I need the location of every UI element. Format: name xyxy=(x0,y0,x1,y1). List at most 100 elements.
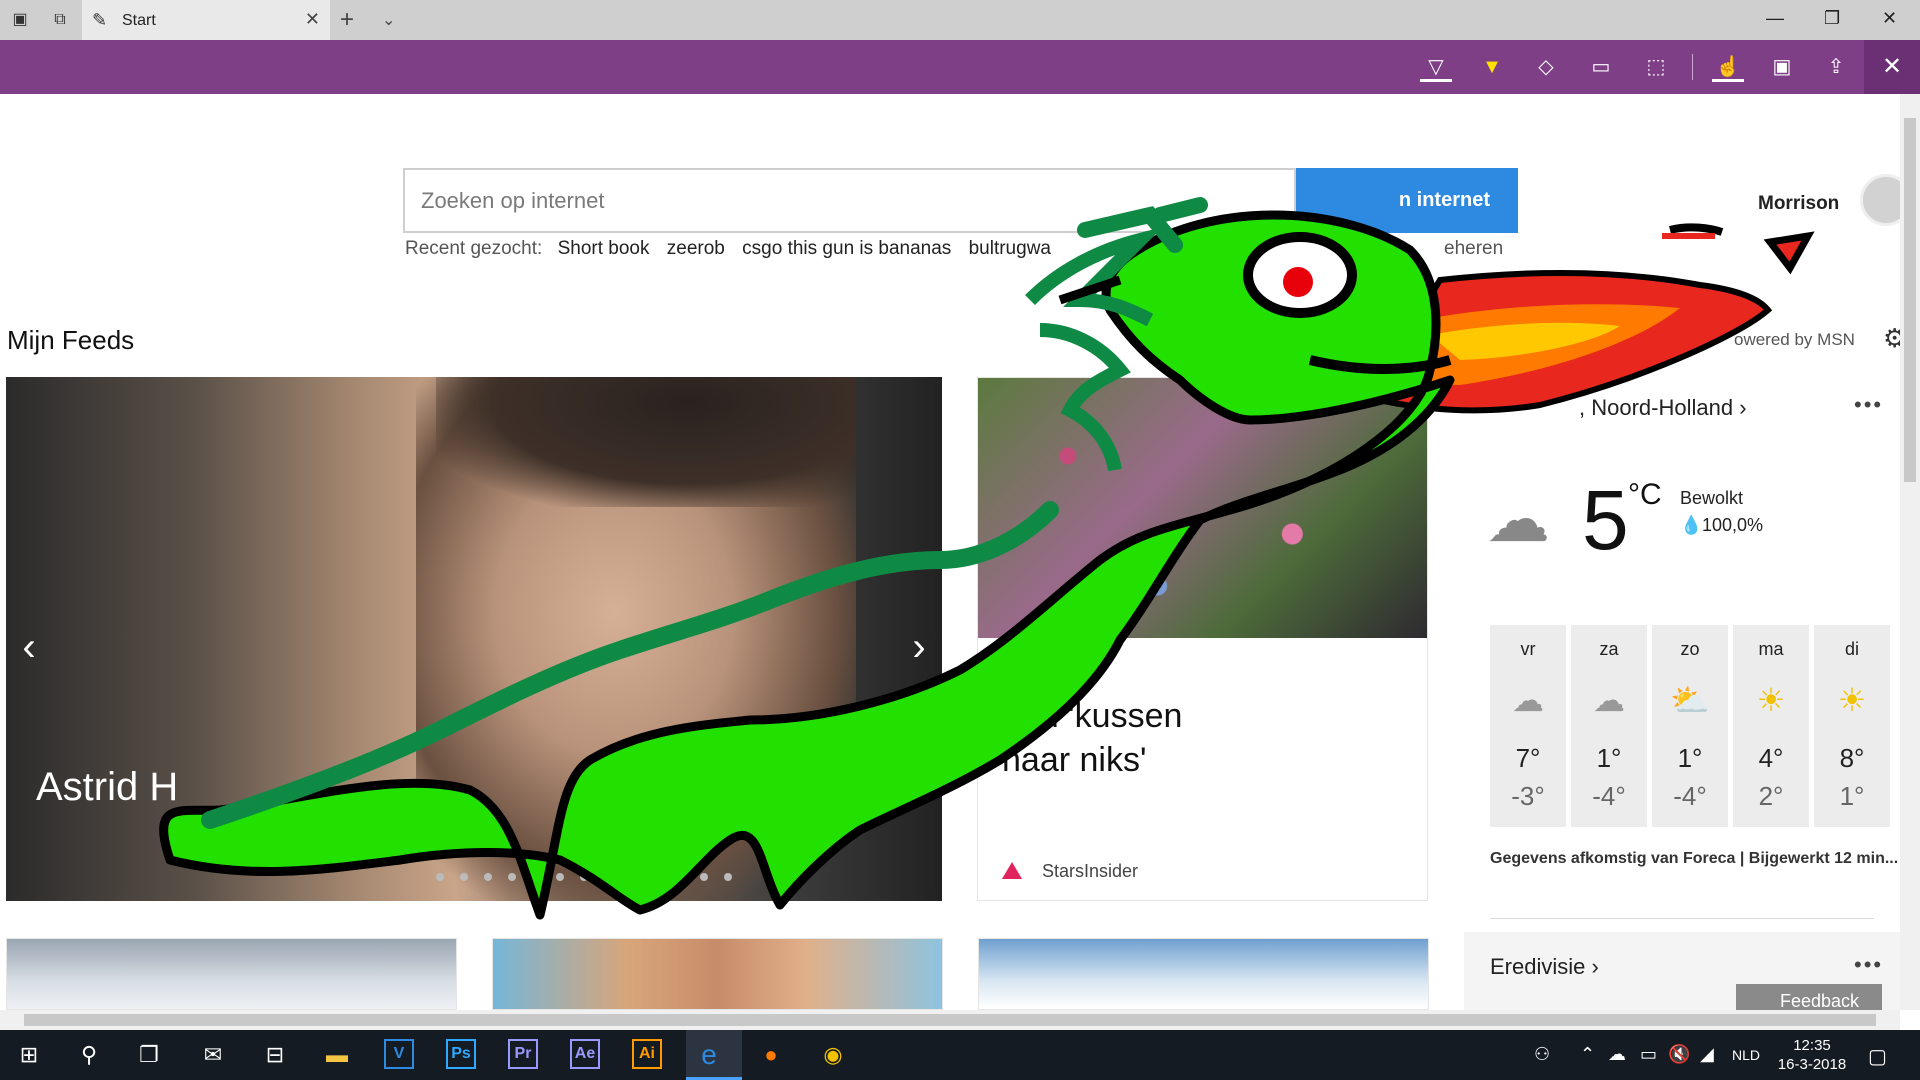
divider xyxy=(1490,918,1874,919)
carousel-dot[interactable] xyxy=(508,873,516,881)
clip-icon[interactable]: ⬚ xyxy=(1640,52,1672,82)
horizontal-scrollbar[interactable] xyxy=(0,1010,1900,1030)
carousel-dot[interactable] xyxy=(652,873,660,881)
language-indicator[interactable]: NLD xyxy=(1732,1047,1760,1063)
chrome-icon[interactable]: ◉ xyxy=(818,1040,848,1070)
carousel-dot[interactable] xyxy=(724,873,732,881)
hero-title[interactable]: Astrid H xyxy=(36,765,178,810)
pen-tool-icon[interactable]: ▽ xyxy=(1420,52,1452,82)
battery-icon[interactable]: ▭ xyxy=(1640,1044,1657,1065)
cloud-icon: ☁ xyxy=(1512,682,1544,718)
sun-icon: ☀ xyxy=(1837,682,1867,718)
premiere-icon[interactable]: Pr xyxy=(508,1039,538,1069)
store-icon[interactable]: ⊟ xyxy=(260,1040,290,1070)
carousel-dot[interactable] xyxy=(676,873,684,881)
more-options-icon[interactable]: ••• xyxy=(1854,392,1883,418)
search-button[interactable]: n internet xyxy=(1296,168,1518,233)
recent-search-item[interactable]: Short book xyxy=(558,238,650,259)
windows-start-icon[interactable]: ⊞ xyxy=(14,1040,44,1070)
carousel-dot[interactable] xyxy=(436,873,444,881)
chevron-left-icon[interactable]: ‹ xyxy=(6,597,52,697)
weather-condition: Bewolkt xyxy=(1680,488,1744,508)
share-icon[interactable]: ⇪ xyxy=(1820,52,1852,82)
carousel-dot[interactable] xyxy=(628,873,636,881)
wifi-icon[interactable]: ◢ xyxy=(1700,1044,1714,1065)
notifications-icon[interactable]: ▢ xyxy=(1868,1044,1887,1069)
carousel-dot[interactable] xyxy=(580,873,588,881)
carousel-dot[interactable] xyxy=(556,873,564,881)
forecast-day[interactable]: di ☀ 8° 1° xyxy=(1814,625,1890,827)
manage-history-link[interactable]: eheren xyxy=(1444,238,1503,260)
news-card-title[interactable]: ond 'kussen naar niks' xyxy=(1002,694,1412,782)
recent-label: Recent gezocht: xyxy=(405,238,543,259)
news-card-thumbnail[interactable] xyxy=(6,938,457,1010)
firefox-icon[interactable]: ● xyxy=(756,1040,786,1070)
weather-footer[interactable]: Gegevens afkomstig van Foreca | Bijgewer… xyxy=(1490,850,1898,868)
eraser-icon[interactable]: ◇ xyxy=(1530,52,1562,82)
forecast-low: 1° xyxy=(1839,781,1865,811)
search-icon[interactable]: ⚲ xyxy=(74,1040,104,1070)
recent-search-item[interactable]: csgo this gun is bananas xyxy=(742,238,951,259)
scroll-thumb[interactable] xyxy=(1904,118,1916,482)
recent-search-item[interactable]: zeerob xyxy=(667,238,725,259)
add-note-icon[interactable]: ▭ xyxy=(1585,52,1617,82)
volume-muted-icon[interactable]: 🔇 xyxy=(1668,1044,1690,1065)
forecast-day[interactable]: zo ⛅ 1° -4° xyxy=(1652,625,1728,827)
file-explorer-icon[interactable]: ▬ xyxy=(322,1040,352,1070)
chevron-right-icon[interactable]: › xyxy=(896,597,942,697)
carousel-dot[interactable] xyxy=(700,873,708,881)
weather-location[interactable]: , Noord-Holland › xyxy=(1579,395,1747,421)
more-options-icon[interactable]: ••• xyxy=(1854,952,1883,978)
forecast-low: -4° xyxy=(1673,781,1707,811)
tab-start[interactable]: ✎ Start ✕ xyxy=(82,0,330,40)
chevron-up-icon[interactable]: ⌃ xyxy=(1580,1044,1595,1065)
user-name[interactable]: Morrison xyxy=(1758,193,1839,215)
news-card-source: StarsInsider xyxy=(1042,861,1139,881)
illustrator-icon[interactable]: Ai xyxy=(632,1039,662,1069)
close-tab-icon[interactable]: ✕ xyxy=(305,9,320,30)
sports-section-title[interactable]: Eredivisie › xyxy=(1490,954,1599,980)
news-card-thumbnail[interactable] xyxy=(978,938,1429,1010)
hero-carousel[interactable]: ‹ › Astrid H xyxy=(6,377,942,901)
carousel-dot[interactable] xyxy=(532,873,540,881)
touch-write-icon[interactable]: ☝ xyxy=(1712,52,1744,82)
minimize-icon[interactable]: — xyxy=(1766,8,1784,29)
carousel-dot[interactable] xyxy=(460,873,468,881)
clock[interactable]: 12:35 16-3-2018 xyxy=(1774,1036,1850,1074)
tab-set-aside-icon[interactable]: ▣ xyxy=(8,8,32,32)
search-input[interactable] xyxy=(421,188,1281,214)
forecast-day[interactable]: za ☁ 1° -4° xyxy=(1571,625,1647,827)
highlighter-icon[interactable]: ▼ xyxy=(1476,52,1508,82)
save-icon[interactable]: ▣ xyxy=(1766,52,1798,82)
tab-preview-icon[interactable]: ⌄ xyxy=(382,10,395,30)
news-card-thumbnail[interactable] xyxy=(492,938,943,1010)
news-card-category[interactable]: Entertai xyxy=(1002,658,1061,680)
edge-icon[interactable]: e xyxy=(694,1040,724,1070)
precipitation: 100,0% xyxy=(1702,515,1764,535)
forecast-high: 7° xyxy=(1515,743,1541,773)
current-temperature: 5 xyxy=(1582,473,1629,567)
maximize-icon[interactable]: ❐ xyxy=(1824,8,1840,29)
onedrive-icon[interactable]: ☁ xyxy=(1608,1044,1626,1065)
forecast-day[interactable]: vr ☁ 7° -3° xyxy=(1490,625,1566,827)
recent-search-item[interactable]: bultrugwa xyxy=(969,238,1051,259)
task-view-icon[interactable]: ❐ xyxy=(134,1040,164,1070)
forecast-day-name: zo xyxy=(1680,639,1700,659)
exit-notes-icon[interactable]: ✕ xyxy=(1864,40,1920,94)
carousel-dot[interactable] xyxy=(484,873,492,881)
mail-icon[interactable]: ✉ xyxy=(198,1040,228,1070)
close-window-icon[interactable]: ✕ xyxy=(1882,8,1897,29)
people-icon[interactable]: ⚇ xyxy=(1534,1044,1550,1065)
scroll-thumb[interactable] xyxy=(24,1014,1876,1026)
forecast-day[interactable]: ma ☀ 4° 2° xyxy=(1733,625,1809,827)
tabs-set-aside-icon[interactable]: ⧉ xyxy=(48,8,72,32)
vertical-scrollbar[interactable] xyxy=(1900,94,1920,1010)
new-tab-button[interactable]: + xyxy=(340,6,354,34)
weather-card: , Noord-Holland › ••• ☁ 5 °C Bewolkt 💧 1… xyxy=(1464,372,1900,1014)
after-effects-icon[interactable]: Ae xyxy=(570,1039,600,1069)
photoshop-icon[interactable]: Ps xyxy=(446,1039,476,1069)
carousel-dot[interactable] xyxy=(604,873,612,881)
feeds-title: Mijn Feeds xyxy=(7,325,135,355)
visio-icon[interactable]: V xyxy=(384,1039,414,1069)
news-card[interactable]: Entertai ond 'kussen naar niks' StarsInsi… xyxy=(977,377,1428,901)
